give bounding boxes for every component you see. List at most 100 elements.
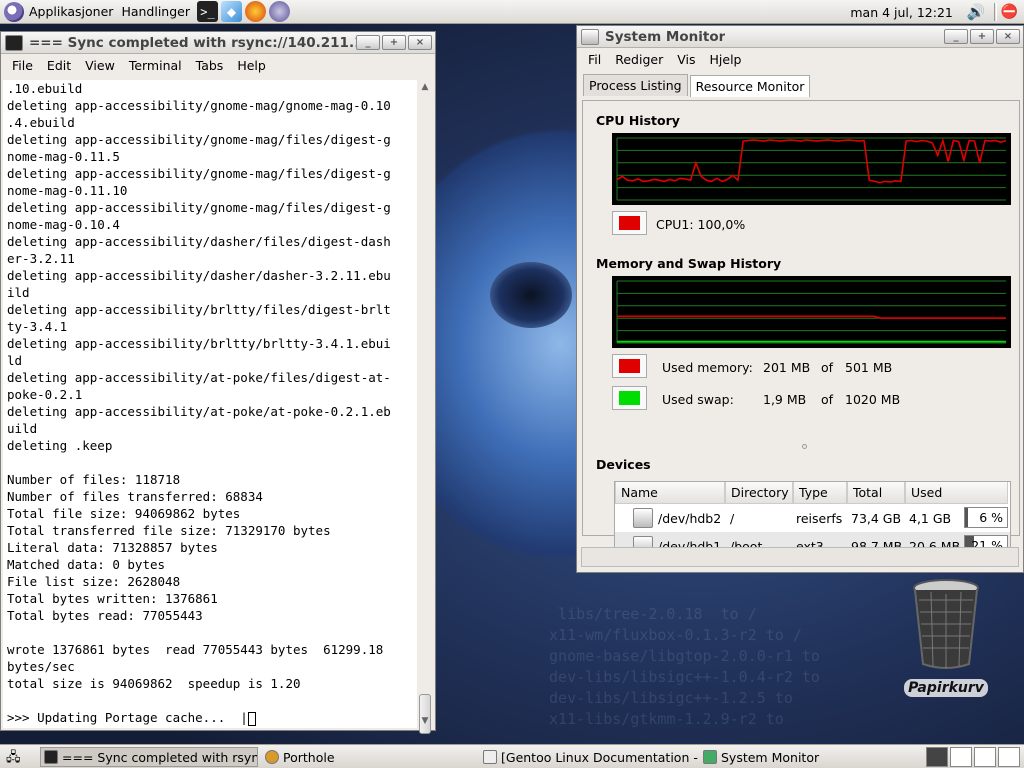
menu-view[interactable]: View: [78, 58, 122, 73]
browser-launcher-icon[interactable]: [245, 1, 266, 22]
taskbar-item-terminal[interactable]: === Sync completed with rsync: [40, 747, 258, 767]
taskbar-item-system-monitor[interactable]: System Monitor: [700, 747, 910, 767]
terminal-line: deleting app-accessibility/dasher/files/…: [7, 234, 391, 249]
menu-hjelp[interactable]: Hjelp: [703, 52, 749, 67]
browser-icon: [483, 750, 497, 764]
device-type: reiserfs: [796, 511, 843, 526]
device-directory: /: [730, 511, 735, 526]
terminal-title: === Sync completed with rsync://140.211.…: [29, 34, 373, 51]
terminal-line: deleting app-accessibility/at-poke/files…: [7, 370, 391, 385]
used-memory-value: 201 MB: [763, 360, 811, 375]
terminal-line: deleting app-accessibility/gnome-mag/gno…: [7, 98, 391, 113]
terminal-titlebar[interactable]: === Sync completed with rsync://140.211.…: [1, 32, 435, 54]
cpu-history-graph: [612, 133, 1011, 205]
terminal-line: deleting app-accessibility/gnome-mag/fil…: [7, 132, 391, 147]
cpu-history-chart: [616, 137, 1007, 201]
panel-menu-icon[interactable]: ⛔: [1001, 4, 1018, 20]
cpu-color-swatch: [619, 216, 640, 230]
network-launcher-icon[interactable]: [269, 1, 290, 22]
terminal-launcher-icon[interactable]: >_: [197, 1, 218, 22]
cube-launcher-icon[interactable]: ◆: [221, 1, 242, 22]
gentoo-logo-icon: [4, 1, 24, 22]
close-button[interactable]: ×: [408, 35, 432, 50]
terminal-line: Literal data: 71328857 bytes: [7, 540, 218, 555]
scroll-down-icon[interactable]: ▼: [417, 714, 433, 728]
trash-desktop-icon[interactable]: Papirkurv: [896, 578, 996, 718]
terminal-line: Number of files: 118718: [7, 472, 181, 487]
menu-help[interactable]: Help: [230, 58, 273, 73]
terminal-scrollbar[interactable]: ▲ ▼: [417, 80, 433, 734]
pane-resize-handle[interactable]: [802, 444, 807, 449]
minimize-button[interactable]: _: [356, 35, 380, 50]
terminal-line: deleting app-accessibility/dasher/dasher…: [7, 268, 391, 283]
swap-color-button[interactable]: [612, 386, 647, 410]
used-swap-of: of: [821, 392, 834, 407]
menu-terminal[interactable]: Terminal: [122, 58, 189, 73]
menu-tabs[interactable]: Tabs: [189, 58, 231, 73]
column-used[interactable]: Used: [905, 482, 1008, 504]
terminal-line: deleting .keep: [7, 438, 113, 453]
menu-file[interactable]: File: [5, 58, 40, 73]
terminal-line: uild: [7, 421, 38, 436]
maximize-button[interactable]: +: [382, 35, 406, 50]
harddisk-icon: [633, 508, 653, 528]
minimize-button[interactable]: _: [944, 29, 968, 44]
device-total: 73,4 GB: [851, 511, 902, 526]
terminal-prompt[interactable]: >>> Updating Portage cache... |: [3, 709, 417, 726]
terminal-output[interactable]: .10.ebuild deleting app-accessibility/gno…: [3, 80, 417, 728]
workspace-3[interactable]: [974, 747, 996, 767]
porthole-icon: [265, 750, 279, 764]
workspace-1[interactable]: [926, 747, 948, 767]
cpu-color-button[interactable]: [612, 211, 647, 235]
menu-rediger[interactable]: Rediger: [608, 52, 670, 67]
terminal-window-icon[interactable]: [5, 34, 23, 51]
volume-icon[interactable]: 🔊: [967, 3, 986, 21]
actions-menu[interactable]: Handlinger: [117, 0, 194, 24]
tab-bar: Process Listing Resource Monitor: [577, 70, 1023, 97]
workspace-2[interactable]: [950, 747, 972, 767]
tab-resource-monitor[interactable]: Resource Monitor: [689, 75, 811, 97]
column-name[interactable]: Name: [615, 482, 725, 504]
column-type[interactable]: Type: [793, 482, 847, 504]
cpu-history-line: [616, 137, 1007, 184]
workspace-4[interactable]: [998, 747, 1020, 767]
memory-color-button[interactable]: [612, 354, 647, 378]
device-name: /dev/hdb2: [658, 511, 722, 526]
terminal-line: bytes/sec: [7, 659, 75, 674]
total-swap-value: 1020 MB: [845, 392, 901, 407]
terminal-line: Total file size: 94069862 bytes: [7, 506, 241, 521]
table-row[interactable]: /dev/hdb2 / reiserfs 73,4 GB 4,1 GB 6 %: [615, 504, 1010, 532]
terminal-icon: [44, 750, 58, 764]
close-button[interactable]: ×: [996, 29, 1020, 44]
terminal-line: Matched data: 0 bytes: [7, 557, 166, 572]
column-total[interactable]: Total: [847, 482, 905, 504]
menu-edit[interactable]: Edit: [40, 58, 78, 73]
wallpaper-text: libs/tree-2.0.18 to / x11-wm/fluxbox-0.1…: [549, 605, 820, 728]
menu-fil[interactable]: Fil: [581, 52, 608, 67]
column-directory[interactable]: Directory: [725, 482, 793, 504]
clock[interactable]: man 4 jul, 12:21: [850, 5, 953, 20]
wallpaper-disc: [490, 262, 572, 328]
total-memory-value: 501 MB: [845, 360, 893, 375]
terminal-line: deleting app-accessibility/brltty/files/…: [7, 302, 391, 317]
show-desktop-icon[interactable]: 🖧: [6, 748, 21, 768]
top-panel: Applikasjoner Handlinger >_ ◆ man 4 jul,…: [0, 0, 1024, 24]
terminal-line: er-3.2.11: [7, 251, 75, 266]
terminal-line: Total bytes written: 1376861: [7, 591, 218, 606]
tab-process-listing[interactable]: Process Listing: [583, 74, 688, 96]
taskbar-item-browser[interactable]: [Gentoo Linux Documentation --: [480, 747, 698, 767]
system-monitor-title: System Monitor: [605, 28, 726, 45]
menu-vis[interactable]: Vis: [670, 52, 702, 67]
used-swap-value: 1,9 MB: [763, 392, 807, 407]
applications-menu[interactable]: Applikasjoner: [0, 0, 117, 24]
cpu-history-title: CPU History: [596, 113, 680, 128]
system-monitor-titlebar[interactable]: System Monitor _ + ×: [577, 26, 1023, 48]
system-monitor-window-icon[interactable]: [581, 28, 599, 45]
scroll-up-icon[interactable]: ▲: [417, 80, 433, 94]
taskbar-item-porthole[interactable]: Porthole: [262, 747, 472, 767]
terminal-window: === Sync completed with rsync://140.211.…: [0, 31, 436, 734]
maximize-button[interactable]: +: [970, 29, 994, 44]
